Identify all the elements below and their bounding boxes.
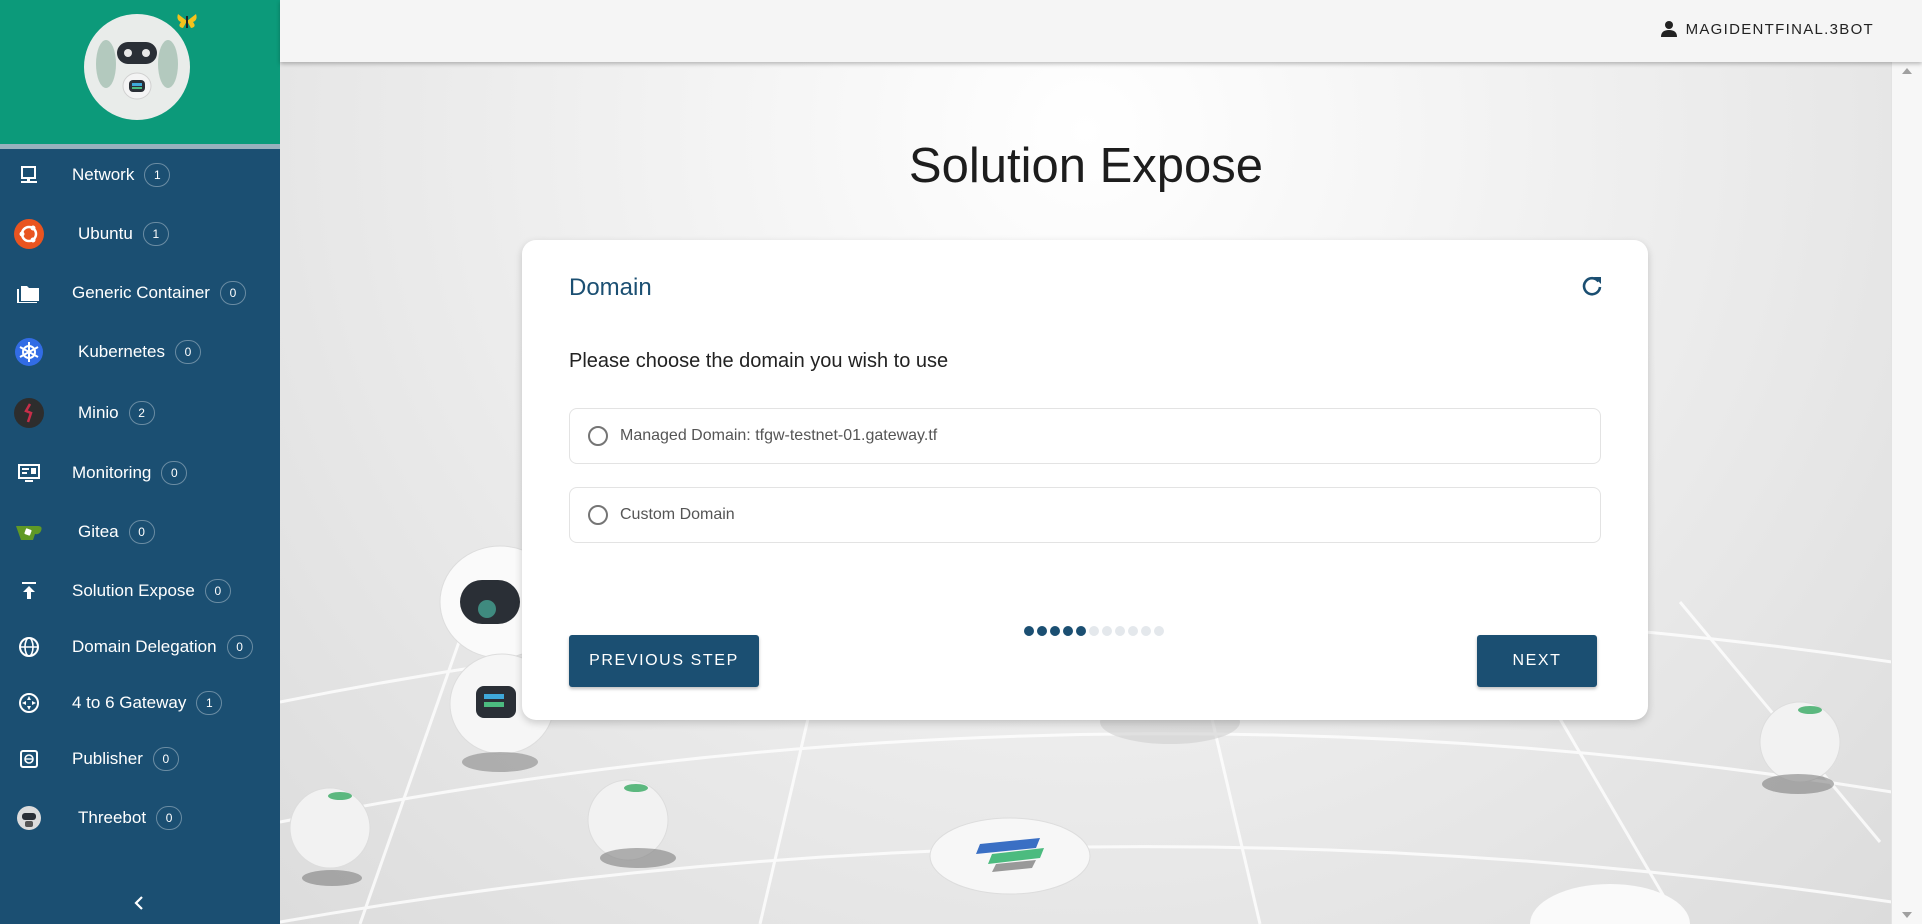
step-dot-pending <box>1128 626 1138 636</box>
count-badge: 0 <box>161 461 188 485</box>
page-title: Solution Expose <box>908 139 1264 193</box>
top-app-bar: MAGIDENTFINAL.3BOT <box>280 0 1922 62</box>
sidebar-item-label: Kubernetes <box>78 342 165 361</box>
step-dot-pending <box>1089 626 1099 636</box>
sidebar-item-threebot[interactable]: Threebot 0 <box>0 794 280 842</box>
count-badge: 0 <box>204 579 231 603</box>
sidebar-item-label: Publisher <box>72 749 143 768</box>
threefold-bot-logo <box>84 14 190 120</box>
monitor-icon <box>14 458 44 488</box>
refresh-icon <box>1582 276 1602 296</box>
step-dot-completed <box>1076 626 1086 636</box>
count-badge: 0 <box>156 806 183 830</box>
sidebar-item-label: Solution Expose <box>72 581 195 600</box>
count-badge: 1 <box>196 691 223 715</box>
main-content: Solution Expose Domain Please choose the… <box>280 62 1892 924</box>
chevron-left-icon <box>134 896 143 910</box>
sidebar-item-label: Minio <box>78 403 119 422</box>
option-label: Managed Domain: tfgw-testnet-01.gateway.… <box>620 427 938 444</box>
refresh-button[interactable] <box>1580 274 1604 298</box>
step-dot-pending <box>1154 626 1164 636</box>
sidebar: Network 1 Ubuntu 1 Generic Container 0 K… <box>0 0 280 924</box>
next-button[interactable]: NEXT <box>1477 635 1597 687</box>
sidebar-item-ubuntu[interactable]: Ubuntu 1 <box>0 210 280 258</box>
threebot-icon <box>14 803 44 833</box>
scroll-down-arrow-icon <box>1902 912 1912 918</box>
scrollbar[interactable] <box>1891 62 1922 924</box>
step-dot-completed <box>1024 626 1034 636</box>
radio-button[interactable] <box>588 505 608 525</box>
count-badge: 0 <box>152 747 179 771</box>
sidebar-item-monitoring[interactable]: Monitoring 0 <box>0 449 280 497</box>
count-badge: 0 <box>219 281 246 305</box>
sidebar-item-minio[interactable]: Minio 2 <box>0 389 280 437</box>
gitea-icon <box>14 517 44 547</box>
previous-step-button[interactable]: PREVIOUS STEP <box>569 635 759 687</box>
sidebar-item-gitea[interactable]: Gitea 0 <box>0 508 280 556</box>
count-badge: 0 <box>226 635 253 659</box>
sidebar-item-label: Generic Container <box>72 283 210 302</box>
user-name: MAGIDENTFINAL.3BOT <box>1685 20 1874 38</box>
logo-area <box>0 0 280 149</box>
step-dot-pending <box>1102 626 1112 636</box>
ubuntu-icon <box>14 219 44 249</box>
sidebar-item-label: 4 to 6 Gateway <box>72 693 187 712</box>
sidebar-item-publisher[interactable]: Publisher 0 <box>0 735 280 783</box>
sidebar-item-4-to-6-gateway[interactable]: 4 to 6 Gateway 1 <box>0 679 280 727</box>
kubernetes-icon <box>14 337 44 367</box>
card-title: Domain <box>569 274 652 301</box>
count-badge: 1 <box>144 163 171 187</box>
count-badge: 0 <box>128 520 155 544</box>
sidebar-item-label: Network <box>72 165 135 184</box>
step-dot-completed <box>1037 626 1047 636</box>
butterfly-icon <box>177 14 197 28</box>
minio-icon <box>14 398 44 428</box>
sidebar-item-label: Gitea <box>78 522 119 541</box>
gateway-icon <box>14 688 44 718</box>
scroll-up-arrow-icon <box>1902 68 1912 74</box>
sidebar-item-label: Ubuntu <box>78 224 133 243</box>
sidebar-item-kubernetes[interactable]: Kubernetes 0 <box>0 328 280 376</box>
sidebar-item-label: Threebot <box>78 808 147 827</box>
sidebar-item-network[interactable]: Network 1 <box>0 151 280 199</box>
sidebar-item-label: Domain Delegation <box>72 637 217 656</box>
domain-step-card: Domain Please choose the domain you wish… <box>522 240 1648 720</box>
sidebar-item-label: Monitoring <box>72 463 152 482</box>
domain-question: Please choose the domain you wish to use <box>569 350 949 372</box>
step-dot-pending <box>1141 626 1151 636</box>
sidebar-item-domain-delegation[interactable]: Domain Delegation 0 <box>0 623 280 671</box>
user-menu[interactable]: MAGIDENTFINAL.3BOT <box>1660 20 1874 38</box>
managed-domain-option[interactable]: Managed Domain: tfgw-testnet-01.gateway.… <box>569 408 1601 464</box>
upload-icon <box>14 576 44 606</box>
person-icon <box>1660 21 1677 37</box>
count-badge: 1 <box>142 222 169 246</box>
step-dot-pending <box>1115 626 1125 636</box>
count-badge: 2 <box>128 401 155 425</box>
step-dot-completed <box>1063 626 1073 636</box>
sidebar-item-generic-container[interactable]: Generic Container 0 <box>0 269 280 317</box>
option-label: Custom Domain <box>620 506 735 523</box>
collapse-sidebar-button[interactable] <box>126 890 152 916</box>
count-badge: 0 <box>174 340 201 364</box>
radio-button[interactable] <box>588 426 608 446</box>
step-progress-dots <box>1024 626 1167 636</box>
step-dot-completed <box>1050 626 1060 636</box>
network-icon <box>14 160 44 190</box>
globe-icon <box>14 632 44 662</box>
folder-icon <box>14 278 44 308</box>
custom-domain-option[interactable]: Custom Domain <box>569 487 1601 543</box>
sidebar-item-solution-expose[interactable]: Solution Expose 0 <box>0 567 280 615</box>
publisher-icon <box>14 744 44 774</box>
